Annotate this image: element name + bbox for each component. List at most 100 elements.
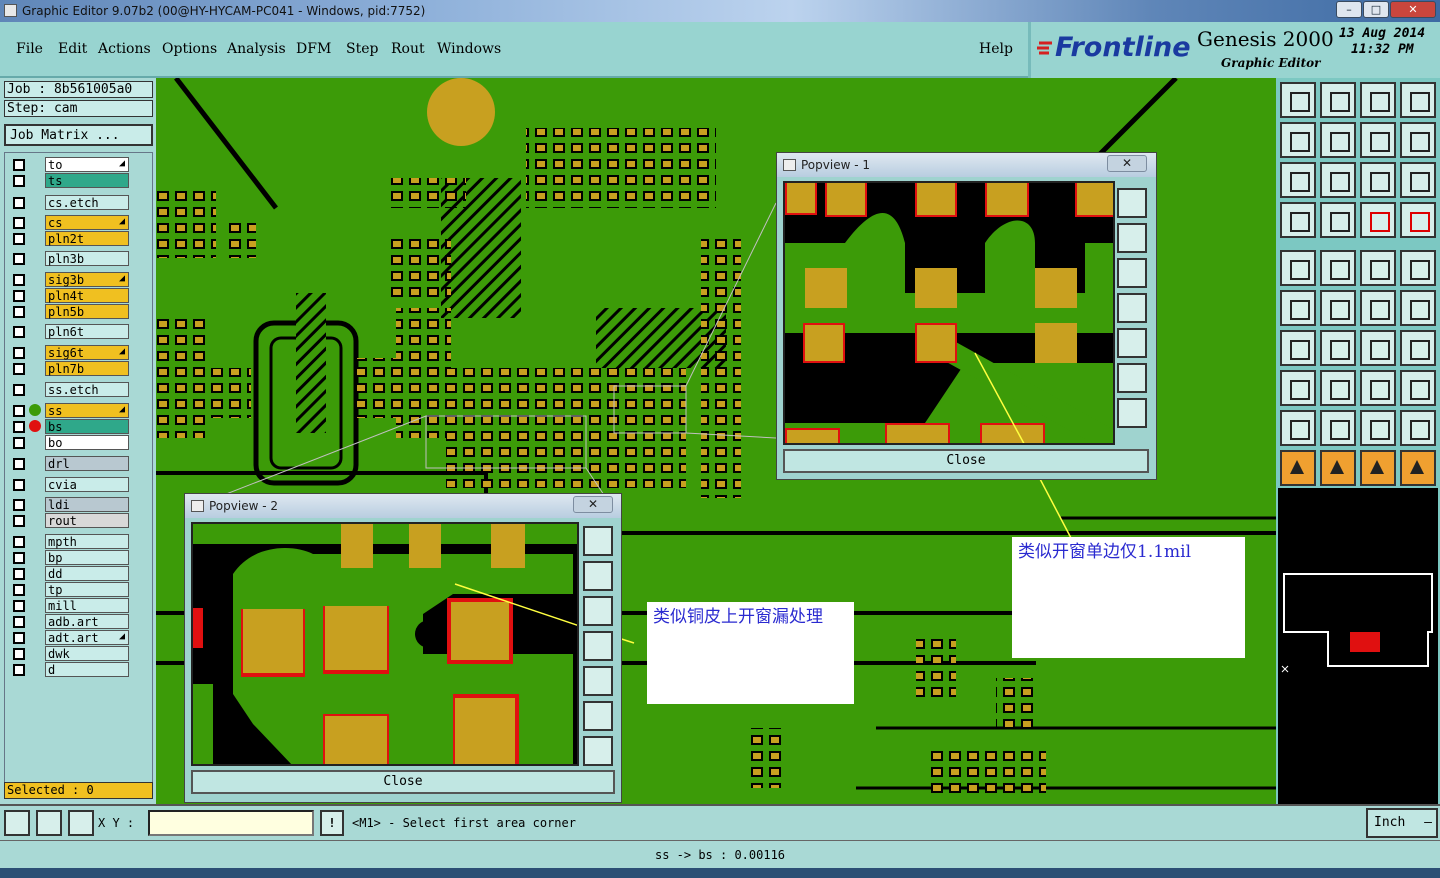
minimize-button[interactable]: – — [1336, 1, 1362, 18]
units-selector[interactable]: Inch — — [1366, 808, 1438, 838]
layer-checkbox[interactable] — [13, 664, 25, 676]
popview-1-tool-6-icon[interactable] — [1117, 363, 1147, 393]
layer-checkbox[interactable] — [13, 568, 25, 580]
popview-2-titlebar[interactable]: Popview - 2 ✕ — [185, 494, 621, 518]
popview-1-tool-3-icon[interactable] — [1117, 258, 1147, 288]
line-b-icon[interactable] — [1400, 290, 1436, 326]
layer-checkbox[interactable] — [13, 437, 25, 449]
layer-state-indicator[interactable] — [29, 583, 43, 596]
popview-2-tool-3-icon[interactable] — [583, 596, 613, 626]
layer-name[interactable]: rout — [45, 513, 129, 528]
layer-state-indicator[interactable] — [29, 232, 43, 245]
layer-row-pln7b[interactable]: pln7b — [11, 361, 129, 376]
pointer-icon[interactable] — [1280, 450, 1316, 486]
layer-row-rout[interactable]: rout — [11, 513, 129, 528]
layer-state-indicator[interactable] — [29, 535, 43, 548]
layer-name[interactable]: cvia — [45, 477, 129, 492]
layer-name[interactable]: bp — [45, 550, 129, 565]
menu-windows[interactable]: Windows — [437, 41, 501, 57]
layer-state-indicator[interactable] — [29, 196, 43, 209]
layer-state-indicator[interactable] — [29, 663, 43, 676]
layer-name[interactable]: d — [45, 662, 129, 677]
layer-row-tp[interactable]: tp — [11, 582, 129, 597]
layer-checkbox[interactable] — [13, 421, 25, 433]
layer-state-indicator[interactable] — [29, 252, 43, 265]
layer-name[interactable]: ldi — [45, 497, 129, 512]
zoom-home-icon[interactable] — [1280, 82, 1316, 118]
layer-checkbox[interactable] — [13, 290, 25, 302]
layer-name[interactable]: ss.etch — [45, 382, 129, 397]
triangle-b-icon[interactable] — [1320, 410, 1356, 446]
menu-analysis[interactable]: Analysis — [227, 41, 286, 57]
popview-2-close-x[interactable]: ✕ — [573, 496, 613, 513]
popview-2-tool-2-icon[interactable] — [583, 561, 613, 591]
layer-row-bs[interactable]: bs — [11, 419, 129, 434]
menu-rout[interactable]: Rout — [391, 41, 425, 57]
layer-state-indicator[interactable] — [29, 615, 43, 628]
popview-1-viewport[interactable] — [783, 181, 1115, 445]
select-pad-icon[interactable] — [1280, 250, 1316, 286]
popview-2-viewport[interactable] — [191, 522, 579, 766]
layer-name[interactable]: cs — [45, 215, 129, 230]
zoom-in-icon[interactable] — [1280, 162, 1316, 198]
layer-name[interactable]: dd — [45, 566, 129, 581]
minus-icon[interactable] — [1320, 370, 1356, 406]
layer-row-pln5b[interactable]: pln5b — [11, 304, 129, 319]
layer-state-indicator[interactable] — [29, 273, 43, 286]
layer-checkbox[interactable] — [13, 616, 25, 628]
layer-row-pln6t[interactable]: pln6t — [11, 324, 129, 339]
layer-state-indicator[interactable] — [29, 498, 43, 511]
layer-state-indicator[interactable] — [29, 599, 43, 612]
layer-checkbox[interactable] — [13, 648, 25, 660]
measure-icon[interactable] — [1360, 370, 1396, 406]
layer-row-dd[interactable]: dd — [11, 566, 129, 581]
triangle-a-icon[interactable] — [1280, 410, 1316, 446]
menu-step[interactable]: Step — [346, 41, 378, 57]
rotate-icon[interactable] — [1400, 122, 1436, 158]
arc-icon[interactable] — [1360, 330, 1396, 366]
layer-name[interactable]: mpth — [45, 534, 129, 549]
xy-input[interactable] — [148, 810, 314, 836]
pointer-circle-icon[interactable] — [1360, 450, 1396, 486]
layer-checkbox[interactable] — [13, 552, 25, 564]
layer-state-indicator[interactable] — [29, 436, 43, 449]
popview-1-tool-1-icon[interactable] — [1117, 188, 1147, 218]
layer-checkbox[interactable] — [13, 253, 25, 265]
layer-checkbox[interactable] — [13, 347, 25, 359]
alert-icon[interactable]: ! — [320, 810, 344, 836]
features-icon[interactable] — [1400, 370, 1436, 406]
layer-name[interactable]: sig6t — [45, 345, 129, 360]
line-a-icon[interactable] — [1360, 290, 1396, 326]
zoom-out-icon[interactable] — [1320, 162, 1356, 198]
layer-row-d[interactable]: d — [11, 662, 129, 677]
popview-2-tool-6-icon[interactable] — [583, 701, 613, 731]
window-split-icon[interactable] — [1400, 82, 1436, 118]
layer-name[interactable]: sig3b — [45, 272, 129, 287]
layer-row-to[interactable]: to ◢ — [11, 157, 129, 172]
menu-file[interactable]: File — [16, 41, 43, 57]
popview-2-tool-7-icon[interactable] — [583, 736, 613, 766]
layers-b-icon[interactable] — [1400, 202, 1436, 238]
pan-left-icon[interactable] — [1280, 122, 1316, 158]
layer-name[interactable]: to — [45, 157, 129, 172]
pan-right-icon[interactable] — [1320, 122, 1356, 158]
layer-checkbox[interactable] — [13, 274, 25, 286]
layer-name[interactable]: mill — [45, 598, 129, 613]
angle-icon[interactable] — [1280, 330, 1316, 366]
layer-checkbox[interactable] — [13, 233, 25, 245]
layer-checkbox[interactable] — [13, 363, 25, 375]
menu-options[interactable]: Options — [162, 41, 217, 57]
layer-state-indicator[interactable] — [29, 647, 43, 660]
layer-row-sig6t[interactable]: sig6t ◢ — [11, 345, 129, 360]
triangle-d-icon[interactable] — [1400, 410, 1436, 446]
pointer-box-icon[interactable] — [1320, 450, 1356, 486]
layer-name[interactable]: drl — [45, 456, 129, 471]
layer-name[interactable]: pln7b — [45, 361, 129, 376]
layer-name[interactable]: pln5b — [45, 304, 129, 319]
measure-icon[interactable] — [36, 810, 62, 836]
layer-state-indicator[interactable] — [29, 158, 43, 171]
popview-2-tool-4-icon[interactable] — [583, 631, 613, 661]
layer-name[interactable]: bo — [45, 435, 129, 450]
connect-icon[interactable] — [1280, 290, 1316, 326]
layer-row-dwk[interactable]: dwk — [11, 646, 129, 661]
